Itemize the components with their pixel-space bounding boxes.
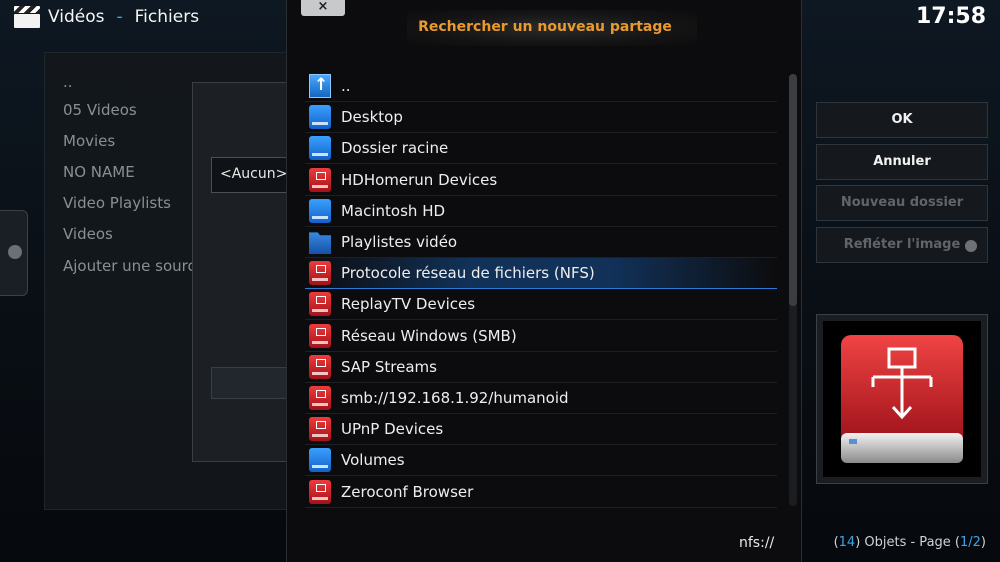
- folder-icon: [309, 232, 331, 254]
- network-drive-icon: [309, 292, 331, 317]
- header: Vidéos - Fichiers: [14, 4, 199, 30]
- clock: 17:58: [915, 4, 986, 29]
- cancel-button[interactable]: Annuler: [816, 144, 988, 180]
- header-section: Vidéos: [48, 7, 105, 27]
- share-list-item[interactable]: ..: [305, 71, 777, 102]
- share-list-item-label: UPnP Devices: [341, 420, 444, 439]
- library-item[interactable]: Videos: [63, 225, 113, 243]
- share-list-item[interactable]: Dossier racine: [305, 133, 777, 165]
- page-indicator: 1/2: [960, 535, 981, 550]
- folder-up-icon: [309, 74, 331, 98]
- share-list-item-label: Desktop: [341, 108, 403, 127]
- list-scrollbar[interactable]: [789, 74, 797, 506]
- share-list-item[interactable]: Macintosh HD: [305, 196, 777, 227]
- mirror-image-toggle[interactable]: Refléter l'image: [816, 227, 988, 263]
- browse-share-dialog: × Rechercher un nouveau partage .. Deskto…: [286, 0, 802, 562]
- library-item[interactable]: NO NAME: [63, 163, 135, 181]
- share-list-item[interactable]: Zeroconf Browser: [305, 477, 777, 508]
- menu-dot-icon: [8, 245, 22, 259]
- share-list-item[interactable]: Protocole réseau de fichiers (NFS): [305, 258, 777, 290]
- library-item[interactable]: ..: [63, 73, 73, 91]
- network-drive-icon: [841, 335, 963, 463]
- network-drive-icon: [309, 167, 331, 192]
- share-list-item-label: Playlistes vidéo: [341, 233, 458, 251]
- library-item[interactable]: Video Playlists: [63, 194, 171, 212]
- share-list-item[interactable]: ReplayTV Devices: [305, 289, 777, 321]
- network-drive-icon: [309, 354, 331, 379]
- header-subsection: Fichiers: [134, 7, 200, 27]
- share-list-item[interactable]: HDHomerun Devices: [305, 165, 777, 196]
- new-folder-button[interactable]: Nouveau dossier: [816, 185, 988, 221]
- share-list-item[interactable]: Volumes: [305, 445, 777, 477]
- library-item[interactable]: 05 Videos: [63, 101, 137, 119]
- clapperboard-icon: [14, 6, 40, 28]
- add-source-dialog: <Aucun>: [192, 82, 292, 462]
- share-list-item-label: SAP Streams: [341, 357, 437, 376]
- network-drive-icon: [309, 261, 331, 286]
- network-drive-icon: [309, 479, 331, 504]
- source-name-field[interactable]: [211, 367, 291, 399]
- close-button[interactable]: ×: [301, 0, 345, 16]
- page-status: (14) Objets - Page (1/2): [834, 535, 986, 550]
- network-drive-icon: [309, 386, 331, 410]
- share-list-item-label: Dossier racine: [341, 139, 449, 158]
- share-list-item-label: Macintosh HD: [341, 201, 446, 220]
- status-text: ) Objets - Page (: [855, 535, 960, 550]
- share-list-item-label: Réseau Windows (SMB): [341, 326, 517, 345]
- library-item-add-source[interactable]: Ajouter une source: [63, 257, 205, 275]
- share-list-item-label: ..: [341, 77, 351, 95]
- mirror-image-label: Refléter l'image: [843, 237, 961, 252]
- preview-frame: [816, 314, 988, 484]
- share-list-item[interactable]: Desktop: [305, 102, 777, 134]
- source-path-field[interactable]: <Aucun>: [211, 157, 291, 193]
- share-list-item[interactable]: UPnP Devices: [305, 414, 777, 446]
- current-path: nfs://: [739, 535, 775, 551]
- toggle-indicator-icon: [965, 240, 977, 252]
- header-separator: -: [116, 7, 123, 27]
- share-list-item[interactable]: smb://192.168.1.92/humanoid: [305, 383, 777, 414]
- status-close-paren: ): [980, 535, 986, 550]
- share-list-item-label: Volumes: [341, 451, 405, 470]
- drive-icon: [309, 105, 331, 130]
- drive-icon: [309, 448, 331, 473]
- network-drive-icon: [309, 323, 331, 348]
- share-list-item-label: smb://192.168.1.92/humanoid: [341, 389, 569, 407]
- side-menu-tab[interactable]: [0, 210, 28, 296]
- item-count: 14: [838, 535, 856, 550]
- network-drive-icon: [309, 417, 331, 442]
- share-list-item-label: Protocole réseau de fichiers (NFS): [341, 264, 595, 283]
- ok-button[interactable]: OK: [816, 102, 988, 138]
- share-list-item[interactable]: Réseau Windows (SMB): [305, 321, 777, 352]
- share-list-item[interactable]: Playlistes vidéo: [305, 227, 777, 258]
- share-list-item-label: Zeroconf Browser: [341, 482, 474, 501]
- preview-area: [823, 321, 981, 477]
- share-list-item[interactable]: SAP Streams: [305, 352, 777, 383]
- share-list-item-label: ReplayTV Devices: [341, 295, 476, 314]
- library-item[interactable]: Movies: [63, 132, 115, 150]
- drive-icon: [309, 198, 331, 223]
- dialog-title: Rechercher un nouveau partage: [418, 19, 672, 35]
- share-list-item-label: HDHomerun Devices: [341, 170, 498, 189]
- scrollbar-thumb[interactable]: [789, 74, 797, 306]
- drive-icon: [309, 136, 331, 161]
